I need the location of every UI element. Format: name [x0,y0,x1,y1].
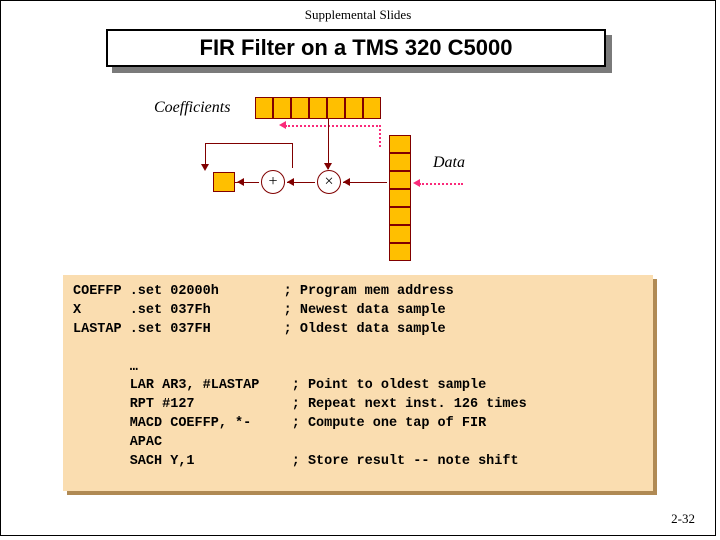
feedback-arrowhead-left [201,164,209,171]
data-cell [389,207,411,225]
coeff-down-arrowhead [324,163,332,170]
data-column [389,135,411,261]
coeff-flow-arrow [285,125,381,127]
coeff-cell [363,97,381,119]
title-container: FIR Filter on a TMS 320 C5000 [106,29,608,69]
data-in-arrow [419,183,463,185]
data-label: Data [433,154,465,172]
coeff-cell [255,97,273,119]
data-to-mult-arrowhead [343,178,350,186]
coeff-to-mult-line [379,125,381,147]
mult-to-adder-arrowhead [287,178,294,186]
coefficients-row [255,97,381,119]
feedback-path [205,143,293,167]
fb-down-right [292,143,293,168]
acc-to-adder-arrowhead [237,178,244,186]
data-cell [389,225,411,243]
data-cell [389,189,411,207]
data-in-arrowhead [413,179,420,187]
slide-number: 2-32 [671,511,695,527]
coeff-cell [309,97,327,119]
coefficients-label: Coefficients [154,99,230,117]
data-cell [389,153,411,171]
multiplier-node: × [317,170,341,194]
data-cell [389,243,411,261]
slide-header: Supplemental Slides [1,1,715,27]
adder-node: + [261,170,285,194]
coeff-cell [291,97,309,119]
assembly-code-block: COEFFP .set 02000h ; Program mem address… [63,275,653,491]
accumulator-cell [213,172,235,192]
slide-frame: Supplemental Slides FIR Filter on a TMS … [0,0,716,536]
coeff-cell [345,97,363,119]
data-cell [389,135,411,153]
data-cell [389,171,411,189]
coeff-cell [273,97,291,119]
coeff-tap-line [328,119,329,147]
coeff-flow-arrowhead [279,121,286,129]
title-box: FIR Filter on a TMS 320 C5000 [106,29,606,67]
coeff-cell [327,97,345,119]
title-text: FIR Filter on a TMS 320 C5000 [200,35,513,61]
